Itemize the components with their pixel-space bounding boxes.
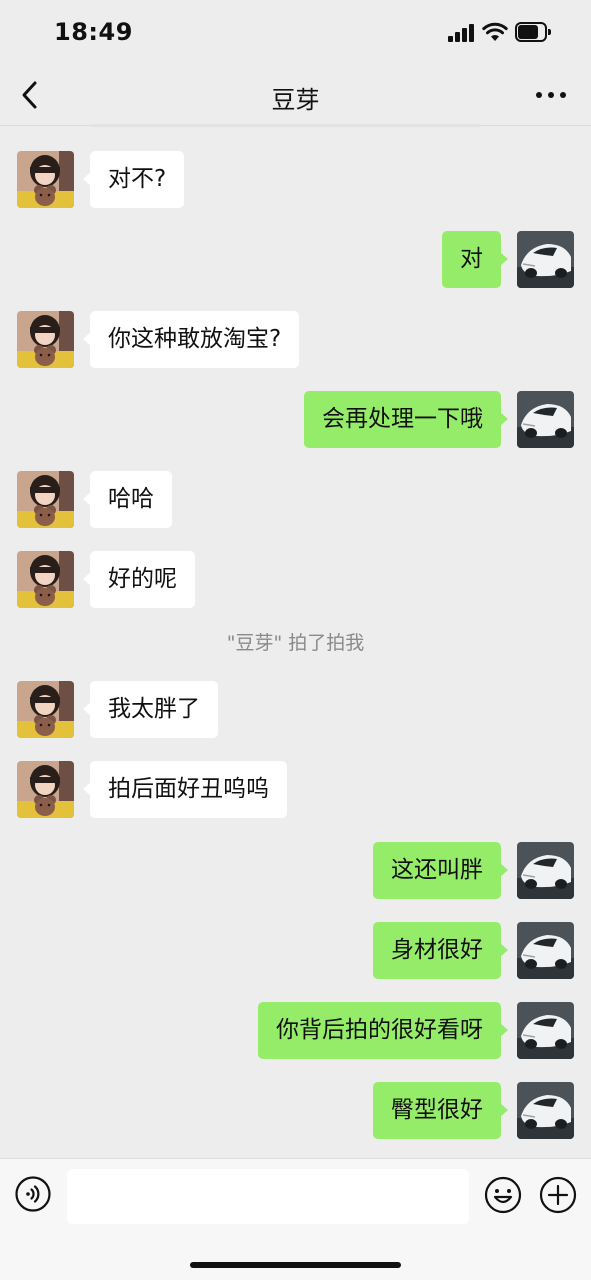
sent-message-bubble[interactable]: 臀型很好 [373,1082,508,1139]
status-bar: 18:49 [0,0,591,64]
received-message-bubble[interactable]: 拍后面好丑呜呜 [83,761,287,818]
my-avatar[interactable] [517,1082,574,1139]
contact-avatar[interactable] [17,151,74,208]
received-message-bubble[interactable]: 好的呢 [83,551,195,608]
message-input[interactable] [67,1169,469,1224]
emoji-icon[interactable] [484,1176,522,1214]
chat-screen: 18:49 豆芽 对不? 对 你这种敢放淘宝? 会再处理一下哦 哈哈 好的呢 "… [0,0,591,1280]
sent-message-bubble[interactable]: 这还叫胖 [373,842,508,899]
contact-avatar[interactable] [17,311,74,368]
contact-avatar[interactable] [17,551,74,608]
status-time: 18:49 [54,18,133,46]
wifi-icon [482,20,508,42]
scroll-edge [92,124,480,127]
cellular-signal-icon [448,22,476,42]
battery-icon [515,22,551,42]
contact-avatar[interactable] [17,681,74,738]
contact-avatar[interactable] [17,471,74,528]
chat-title: 豆芽 [271,86,320,114]
my-avatar[interactable] [517,391,574,448]
my-avatar[interactable] [517,231,574,288]
sent-message-bubble[interactable]: 对 [442,231,508,288]
my-avatar[interactable] [517,842,574,899]
my-avatar[interactable] [517,922,574,979]
sent-message-bubble[interactable]: 会再处理一下哦 [304,391,508,448]
ellipsis-icon[interactable] [536,90,566,100]
contact-avatar[interactable] [17,761,74,818]
sent-message-bubble[interactable]: 你背后拍的很好看呀 [258,1002,508,1059]
received-message-bubble[interactable]: 对不? [82,151,185,208]
received-message-bubble[interactable]: 我太胖了 [83,681,218,738]
received-message-bubble[interactable]: 哈哈 [83,471,172,528]
received-message-bubble[interactable]: 你这种敢放淘宝? [82,311,300,368]
plus-icon[interactable] [539,1176,577,1214]
my-avatar[interactable] [517,1002,574,1059]
home-indicator[interactable] [190,1262,401,1268]
nav-bar: 豆芽 [0,64,591,126]
pat-system-message: "豆芽" 拍了拍我 [226,632,365,654]
voice-icon[interactable] [15,1176,51,1212]
sent-message-bubble[interactable]: 身材很好 [373,922,508,979]
